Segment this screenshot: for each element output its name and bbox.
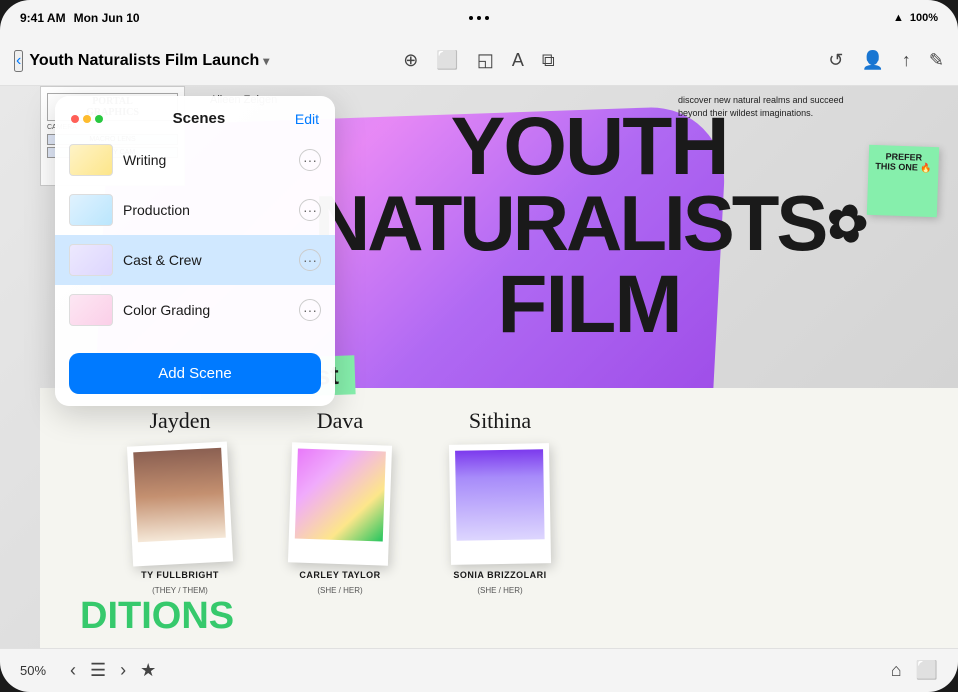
main-content: PORTALGRAPHICS CAMERA: MACRO LENS STEADY… [0, 86, 958, 648]
polaroid-sonia [449, 443, 551, 565]
edit-icon[interactable]: ✎ [929, 50, 944, 71]
polaroid-carley [288, 442, 392, 565]
window-dot-minimize[interactable] [83, 115, 91, 123]
canvas-annotation: discover new natural realms and succeed … [678, 94, 858, 119]
scene-item-cast-crew[interactable]: Cast & Crew ··· [55, 235, 335, 285]
cast-photos: Jayden TY FULLBRIGHT (THEY / THEM) Dava [130, 388, 898, 595]
add-scene-button[interactable]: Add Scene [69, 353, 321, 394]
slide-list-button[interactable]: ☰ [90, 660, 106, 681]
back-button[interactable]: ‹ [14, 50, 23, 72]
scene-label-writing: Writing [123, 152, 289, 168]
sticky-note[interactable]: PREFER THIS ONE 🔥 [867, 145, 939, 217]
toolbar: ‹ Youth Naturalists Film Launch ▾ ⊕ ⬜ ◱ … [0, 36, 958, 86]
cast-signature-ty: Jayden [149, 408, 210, 434]
flower-decoration-icon: ✿ [820, 196, 869, 250]
scene-item-color-grading[interactable]: Color Grading ··· [55, 285, 335, 335]
window-control-dots [71, 115, 103, 123]
bottom-bar: 50% ‹ ☰ › ★ ⌂ ⬜ [0, 648, 958, 692]
polaroid-ty [127, 441, 233, 566]
cast-signature-carley: Dava [317, 408, 363, 434]
bottom-navigation: ‹ ☰ › ★ [70, 660, 156, 681]
cast-name-carley: CARLEY TAYLOR [299, 570, 380, 580]
prev-slide-button[interactable]: ‹ [70, 660, 76, 681]
film-title-naturalists: NATURALISTS ✿ [314, 188, 864, 258]
status-dot-2 [477, 16, 481, 20]
green-text-decoration: DITIONS [80, 595, 234, 638]
title-text: Youth Naturalists Film Launch [29, 52, 259, 70]
scene-label-color-grading: Color Grading [123, 302, 289, 318]
scene-item-writing[interactable]: Writing ··· [55, 135, 335, 185]
scenes-header: Scenes Edit [55, 96, 335, 135]
status-time: 9:41 AM [20, 11, 66, 25]
window-dot-maximize[interactable] [95, 115, 103, 123]
back-chevron-icon: ‹ [16, 52, 21, 70]
share-icon[interactable]: ↑ [902, 50, 911, 71]
scenes-panel: Scenes Edit Writing ··· Production ··· [55, 96, 335, 406]
window-dot-close[interactable] [71, 115, 79, 123]
scene-thumb-color-grading [69, 294, 113, 326]
add-object-icon[interactable]: ⊕ [403, 50, 418, 71]
cast-name-ty: TY FULLBRIGHT [141, 570, 219, 580]
scenes-edit-button[interactable]: Edit [295, 111, 319, 127]
arrange-icon[interactable]: ⌂ [891, 660, 902, 681]
chart-icon[interactable]: ◱ [477, 50, 494, 71]
cast-member-carley: Dava CARLEY TAYLOR (SHE / HER) [290, 408, 390, 595]
scene-thumb-production [69, 194, 113, 226]
film-title: YOUTH NATURALISTS ✿ FILM [314, 106, 864, 352]
scene-thumb-cast-crew [69, 244, 113, 276]
scene-more-production[interactable]: ··· [299, 199, 321, 221]
status-date: Mon Jun 10 [74, 11, 140, 25]
undo-icon[interactable]: ↺ [828, 50, 843, 71]
cast-pronoun-carley: (SHE / HER) [317, 586, 362, 595]
cast-pronoun-sonia: (SHE / HER) [477, 586, 522, 595]
scenes-list: Writing ··· Production ··· Cast & Crew ·… [55, 135, 335, 343]
status-center-dots [469, 16, 489, 20]
scene-item-marketing[interactable]: Marketing ··· [55, 335, 335, 343]
title-chevron-icon: ▾ [263, 54, 269, 68]
fullscreen-icon[interactable]: ⬜ [916, 660, 938, 681]
ipad-frame: 9:41 AM Mon Jun 10 ▲ 100% ‹ Youth Natura… [0, 0, 958, 692]
next-slide-button[interactable]: › [120, 660, 126, 681]
status-dot-1 [469, 16, 473, 20]
cast-photo-carley [295, 448, 386, 541]
cast-member-ty: Jayden TY FULLBRIGHT (THEY / THEM) [130, 408, 230, 595]
battery-level: 100% [910, 12, 938, 24]
cast-photo-ty [133, 448, 226, 542]
film-title-naturalists-text: NATURALISTS [314, 188, 826, 258]
scene-more-color-grading[interactable]: ··· [299, 299, 321, 321]
status-bar: 9:41 AM Mon Jun 10 ▲ 100% [0, 0, 958, 36]
status-right: ▲ 100% [893, 12, 938, 24]
scene-label-production: Production [123, 202, 289, 218]
cast-pronoun-ty: (THEY / THEM) [152, 586, 208, 595]
scene-thumb-writing [69, 144, 113, 176]
favorite-button[interactable]: ★ [140, 660, 156, 681]
status-dot-3 [485, 16, 489, 20]
scene-more-cast-crew[interactable]: ··· [299, 249, 321, 271]
zoom-level: 50% [20, 663, 46, 678]
bottom-right-icons: ⌂ ⬜ [891, 660, 938, 681]
table-icon[interactable]: ⬜ [436, 50, 458, 71]
cast-member-sonia: Sithina SONIA BRIZZOLARI (SHE / HER) [450, 408, 550, 595]
film-title-film: FILM [314, 258, 864, 352]
scene-more-writing[interactable]: ··· [299, 149, 321, 171]
text-icon[interactable]: A [512, 50, 524, 71]
toolbar-center: ⊕ ⬜ ◱ A ⧉ [403, 50, 554, 71]
collaborators-icon[interactable]: 👤 [861, 50, 883, 71]
cast-signature-sonia: Sithina [469, 408, 531, 434]
cast-photo-sonia [455, 449, 545, 541]
sticky-note-text: PREFER THIS ONE 🔥 [875, 151, 932, 173]
toolbar-right: ↺ 👤 ↑ ✎ [555, 50, 944, 71]
media-icon[interactable]: ⧉ [542, 50, 555, 71]
scene-item-production[interactable]: Production ··· [55, 185, 335, 235]
cast-name-sonia: SONIA BRIZZOLARI [453, 570, 546, 580]
scene-label-cast-crew: Cast & Crew [123, 252, 289, 268]
scenes-panel-title: Scenes [173, 110, 226, 127]
document-title[interactable]: Youth Naturalists Film Launch ▾ [29, 52, 269, 70]
wifi-icon: ▲ [893, 12, 904, 24]
toolbar-left: ‹ Youth Naturalists Film Launch ▾ [14, 50, 403, 72]
